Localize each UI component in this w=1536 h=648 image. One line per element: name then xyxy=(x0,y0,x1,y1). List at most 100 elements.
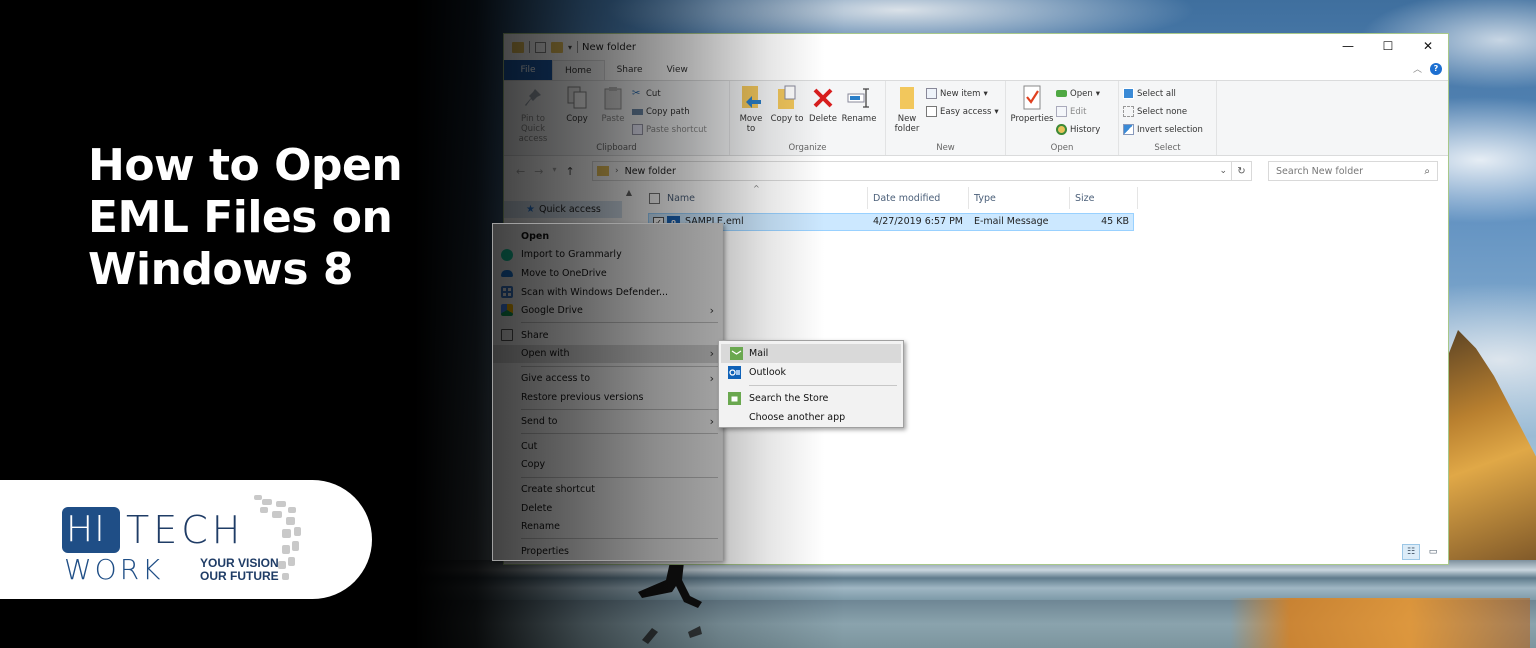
copy-icon xyxy=(565,85,589,111)
breadcrumb-new-folder[interactable]: New folder xyxy=(625,166,676,177)
select-none-button[interactable]: Select none xyxy=(1123,104,1203,119)
menu-item-cut[interactable]: Cut xyxy=(493,437,722,456)
menu-item-move-to-onedrive[interactable]: Move to OneDrive xyxy=(493,264,722,283)
copy-to-icon xyxy=(775,85,799,111)
ribbon-group-clipboard: Pin to Quick access Copy Paste ✂ Cut Cop… xyxy=(504,81,730,155)
copy-path-button[interactable]: Copy path xyxy=(632,104,707,119)
large-icons-view-icon[interactable]: ▭ xyxy=(1424,544,1442,560)
copy-path-label: Copy path xyxy=(646,106,690,117)
menu-label: Open with xyxy=(521,348,570,360)
refresh-icon[interactable]: ↻ xyxy=(1231,162,1251,180)
logo-hi-text: HI xyxy=(66,509,106,550)
title-bar: ▾ New folder — ☐ ✕ xyxy=(504,34,1448,60)
menu-item-delete[interactable]: Delete xyxy=(493,499,722,518)
search-icon[interactable]: ⌕ xyxy=(1424,166,1430,177)
file-size: 45 KB xyxy=(1101,216,1129,227)
submenu-arrow-icon: › xyxy=(709,371,714,385)
hitechwork-logo: HI TECH WORK YOUR VISION OUR FUTURE xyxy=(62,495,302,587)
customize-toolbar-chevron-icon[interactable]: ▾ xyxy=(568,43,572,52)
edit-button[interactable]: Edit xyxy=(1056,104,1100,119)
menu-item-scan-with-defender[interactable]: Scan with Windows Defender... xyxy=(493,283,722,302)
copy-label: Copy xyxy=(566,114,588,124)
forward-arrow-icon[interactable]: → xyxy=(534,165,543,178)
new-group-label: New xyxy=(936,143,955,153)
menu-item-import-to-grammarly[interactable]: Import to Grammarly xyxy=(493,246,722,265)
cut-button[interactable]: ✂ Cut xyxy=(632,86,707,101)
menu-separator xyxy=(521,476,718,478)
breadcrumb-chevron-icon[interactable]: › xyxy=(615,166,619,176)
logo-tech-text: TECH xyxy=(126,508,245,552)
address-bar[interactable]: › New folder ⌄ ↻ xyxy=(592,161,1252,181)
ribbon-group-select: Select all Select none Invert selection … xyxy=(1119,81,1217,155)
select-all-checkbox[interactable] xyxy=(649,193,660,204)
scroll-up-icon[interactable]: ▲ xyxy=(626,188,632,197)
menu-item-google-drive[interactable]: Google Drive › xyxy=(493,301,722,320)
column-header-size[interactable]: Size xyxy=(1070,187,1138,209)
submenu-item-mail[interactable]: Mail xyxy=(721,344,901,363)
menu-item-properties[interactable]: Properties xyxy=(493,542,722,561)
column-date-label: Date modified xyxy=(873,192,941,204)
menu-item-send-to[interactable]: Send to › xyxy=(493,412,722,431)
ribbon-tabs: File Home Share View xyxy=(504,60,1448,80)
column-header-type[interactable]: Type xyxy=(969,187,1070,209)
column-name-label: Name xyxy=(667,192,696,204)
select-all-label: Select all xyxy=(1137,88,1176,99)
submenu-arrow-icon: › xyxy=(709,415,714,429)
menu-item-restore-previous-versions[interactable]: Restore previous versions xyxy=(493,388,722,407)
tab-share[interactable]: Share xyxy=(605,60,655,80)
menu-label: Open xyxy=(521,230,550,242)
menu-item-open-with[interactable]: Open with › xyxy=(493,344,722,364)
history-button[interactable]: History xyxy=(1056,122,1100,137)
grammarly-icon xyxy=(501,248,513,261)
menu-item-rename[interactable]: Rename xyxy=(493,517,722,536)
address-history-chevron-icon[interactable]: ⌄ xyxy=(1219,166,1227,176)
tagline-line-2: OUR FUTURE xyxy=(200,569,279,583)
menu-item-share[interactable]: Share xyxy=(493,326,722,345)
new-folder-label: New folder xyxy=(894,114,920,134)
menu-item-give-access-to[interactable]: Give access to › xyxy=(493,369,722,388)
search-box[interactable]: Search New folder ⌕ xyxy=(1268,161,1438,181)
paste-shortcut-button[interactable]: Paste shortcut xyxy=(632,122,707,137)
menu-label: Cut xyxy=(521,440,538,452)
view-switcher: ☷ ▭ xyxy=(1402,544,1442,560)
easy-access-button[interactable]: Easy access ▾ xyxy=(926,104,999,119)
logo-badge: HI TECH WORK YOUR VISION OUR FUTURE xyxy=(0,480,372,599)
recent-locations-chevron-icon[interactable]: ▾ xyxy=(552,165,556,178)
open-button[interactable]: Open ▾ xyxy=(1056,86,1100,101)
details-view-icon[interactable]: ☷ xyxy=(1402,544,1420,560)
submenu-label: Search the Store xyxy=(749,393,829,404)
window-controls: — ☐ ✕ xyxy=(1328,34,1448,58)
quick-access-toolbar: ▾ xyxy=(504,41,579,53)
submenu-item-search-the-store[interactable]: Search the Store xyxy=(719,389,903,408)
invert-selection-button[interactable]: Invert selection xyxy=(1123,122,1203,137)
submenu-item-outlook[interactable]: Outlook xyxy=(719,363,903,382)
edit-label: Edit xyxy=(1070,106,1087,117)
delete-label: Delete xyxy=(809,114,837,124)
tab-view[interactable]: View xyxy=(655,60,700,80)
paste-shortcut-label: Paste shortcut xyxy=(646,124,707,135)
new-item-button[interactable]: New item ▾ xyxy=(926,86,999,101)
minimize-button[interactable]: — xyxy=(1328,34,1368,58)
help-icon[interactable]: ? xyxy=(1430,62,1442,75)
collapse-ribbon-icon[interactable]: ︿ xyxy=(1413,62,1422,75)
submenu-item-choose-another-app[interactable]: Choose another app xyxy=(719,408,903,427)
select-all-button[interactable]: Select all xyxy=(1123,86,1203,101)
nav-item-quick-access[interactable]: ★ Quick access xyxy=(504,201,622,218)
history-icon xyxy=(1056,124,1067,135)
menu-item-create-shortcut[interactable]: Create shortcut xyxy=(493,480,722,499)
properties-quick-icon[interactable] xyxy=(535,41,546,53)
tab-file[interactable]: File xyxy=(504,60,552,80)
maximize-button[interactable]: ☐ xyxy=(1368,34,1408,58)
up-arrow-icon[interactable]: ↑ xyxy=(565,165,574,178)
edit-icon xyxy=(1056,106,1067,117)
close-button[interactable]: ✕ xyxy=(1408,34,1448,58)
column-size-label: Size xyxy=(1075,192,1095,204)
menu-item-copy[interactable]: Copy xyxy=(493,456,722,475)
menu-item-open[interactable]: Open xyxy=(493,227,722,246)
tab-home[interactable]: Home xyxy=(552,60,605,80)
select-none-label: Select none xyxy=(1137,106,1188,117)
new-folder-quick-icon[interactable] xyxy=(551,41,563,53)
column-header-date-modified[interactable]: Date modified xyxy=(868,187,969,209)
back-arrow-icon[interactable]: ← xyxy=(516,165,525,178)
column-header-name[interactable]: Name xyxy=(662,187,868,209)
